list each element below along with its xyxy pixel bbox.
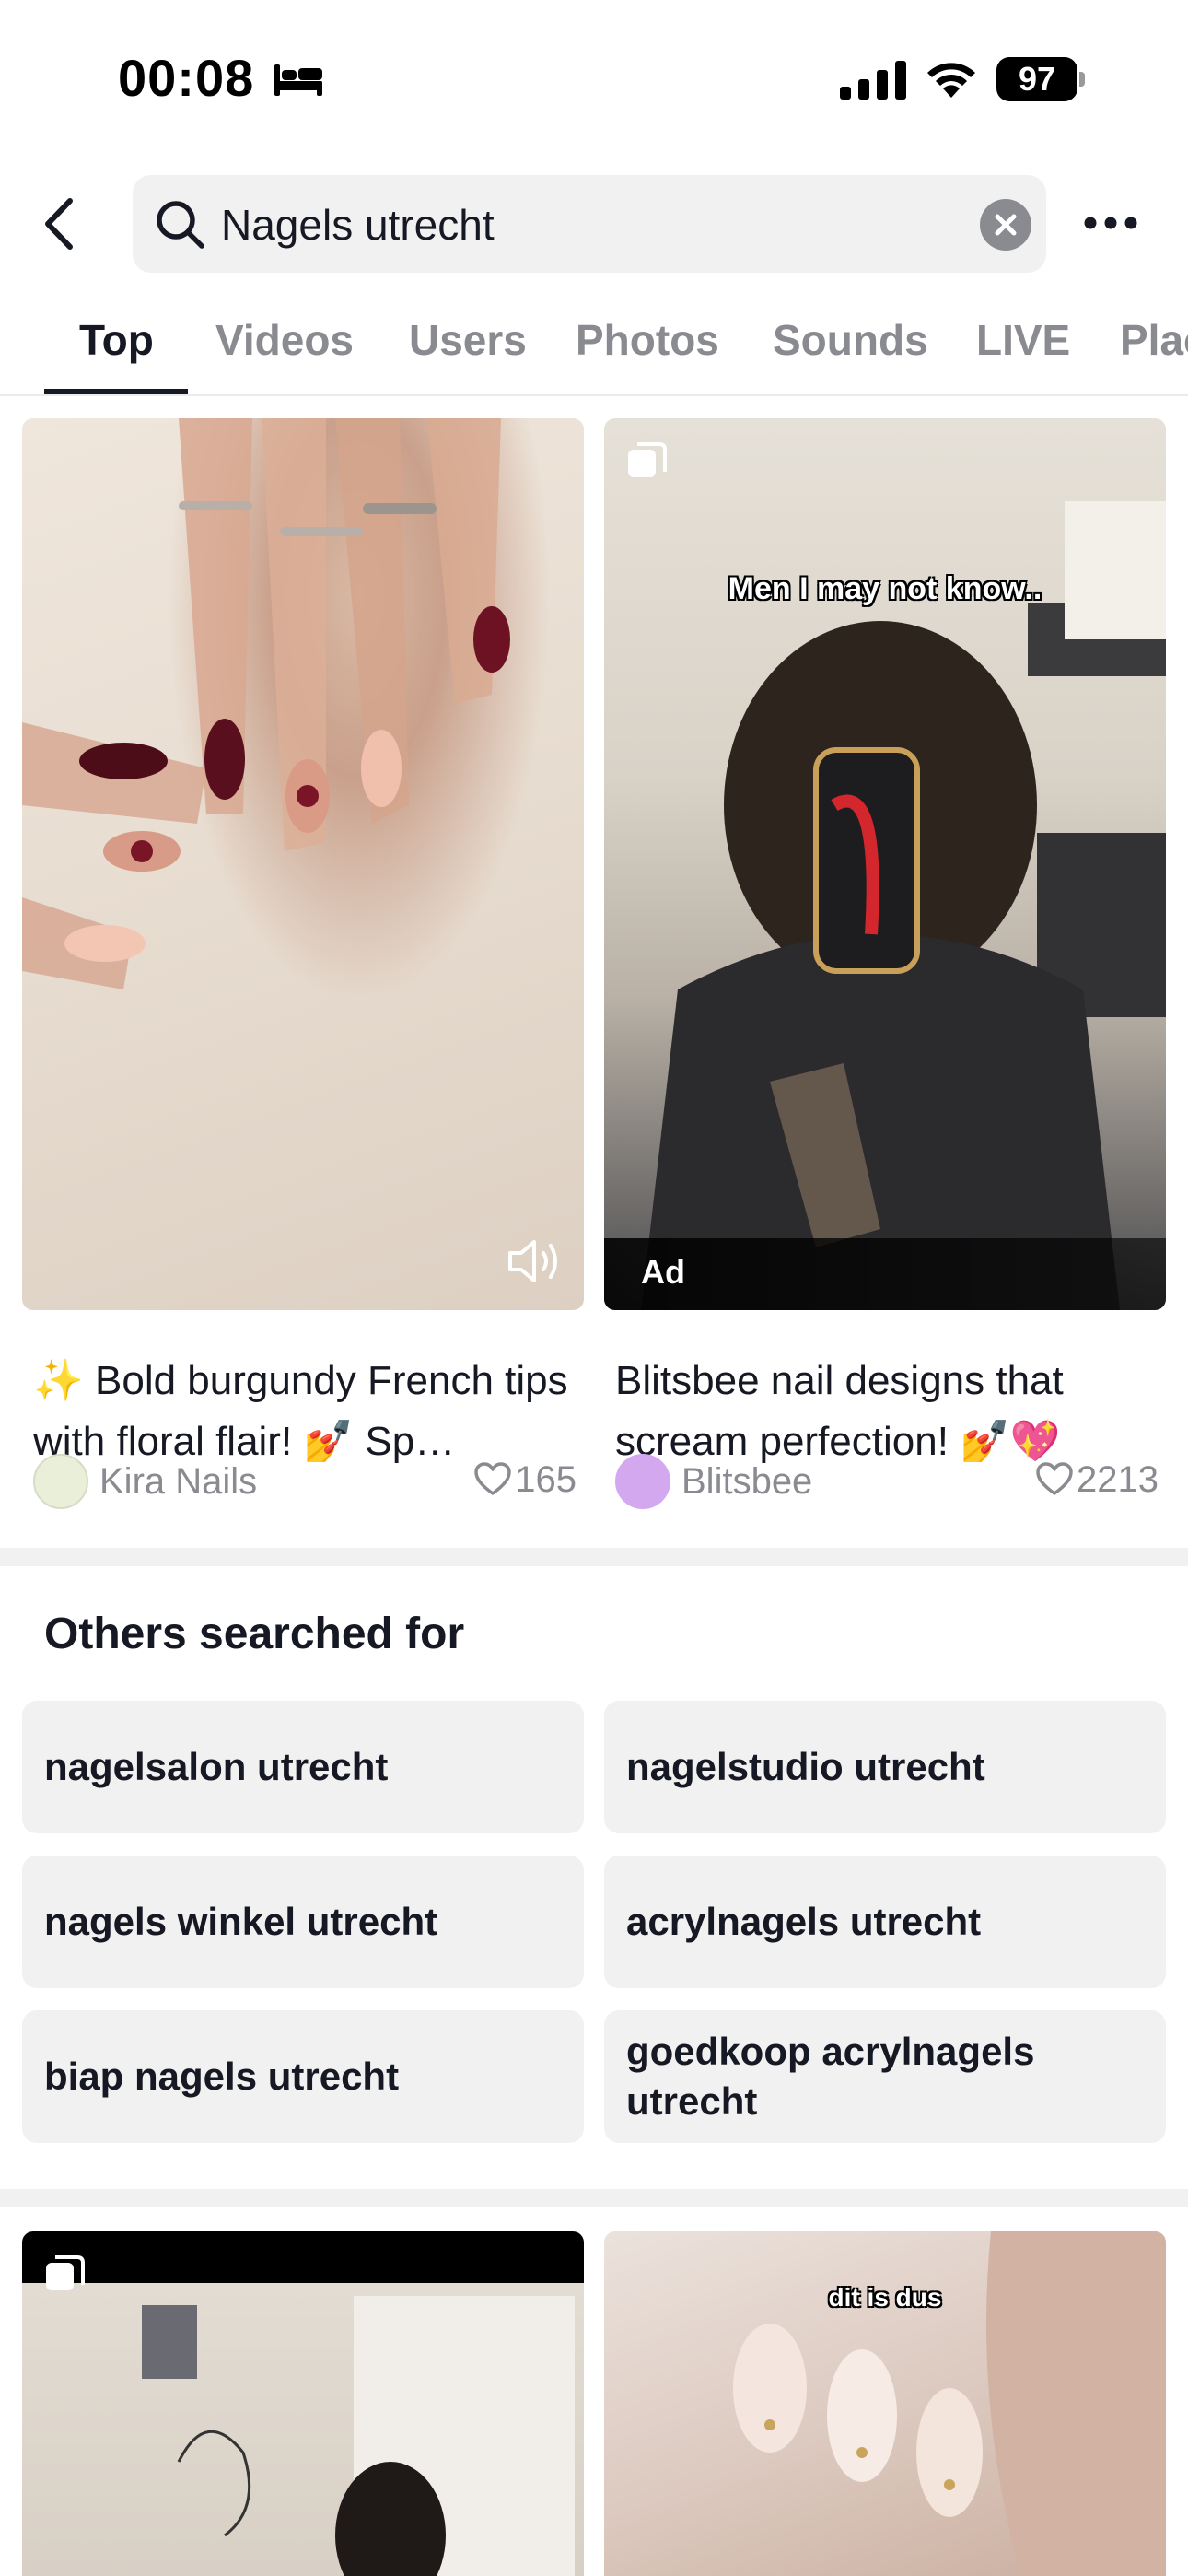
cellular-signal-icon <box>840 61 906 100</box>
wifi-icon <box>927 63 975 98</box>
tab-users[interactable]: Users <box>409 315 527 365</box>
status-time: 00:08 <box>118 49 255 107</box>
section-divider <box>0 1548 1188 1566</box>
suggested-search-chip[interactable]: goedkoop acrylnagels utrecht <box>604 2010 1166 2143</box>
others-searched-title: Others searched for <box>44 1610 465 1658</box>
tab-photos[interactable]: Photos <box>576 315 719 365</box>
suggested-search-chip[interactable]: nagels winkel utrecht <box>22 1856 584 1988</box>
video-overlay-text: dit is dus <box>828 2283 942 2312</box>
author-row[interactable]: Blitsbee 2213 <box>615 1454 1159 1513</box>
clear-search-button[interactable] <box>980 199 1031 251</box>
avatar[interactable] <box>615 1454 670 1509</box>
author-row[interactable]: Kira Nails 165 <box>33 1454 577 1513</box>
search-input[interactable]: Nagels utrecht <box>133 175 1046 273</box>
author-name[interactable]: Blitsbee <box>681 1461 812 1503</box>
volume-icon[interactable] <box>507 1236 564 1286</box>
back-arrow-icon[interactable] <box>39 195 87 252</box>
ad-video-card[interactable]: Men I may not know.. Ad Blitsbee nail de… <box>604 418 1166 1524</box>
photo-carousel-icon <box>46 2255 85 2290</box>
search-icon <box>157 201 204 249</box>
video-thumbnail[interactable] <box>22 2231 584 2576</box>
ad-strip: Ad <box>604 1238 1166 1310</box>
tab-live[interactable]: LIVE <box>976 315 1070 365</box>
heart-icon <box>1036 1462 1073 1495</box>
tab-places[interactable]: Places <box>1120 315 1188 365</box>
battery-cap <box>1079 72 1085 87</box>
video-card[interactable]: dit is dus <box>604 2231 1166 2576</box>
video-thumbnail[interactable] <box>22 418 584 1310</box>
room-photo-illustration <box>142 2296 575 2576</box>
like-count-value: 165 <box>515 1459 577 1500</box>
video-card[interactable] <box>22 2231 584 2576</box>
close-icon <box>995 214 1017 236</box>
suggested-search-chip[interactable]: nagelstudio utrecht <box>604 1701 1166 1833</box>
like-count: 2213 <box>1036 1459 1159 1501</box>
more-options-icon[interactable] <box>1081 205 1140 241</box>
suggested-search-chip[interactable]: acrylnagels utrecht <box>604 1856 1166 1988</box>
suggested-search-chip[interactable]: biap nagels utrecht <box>22 2010 584 2143</box>
sleep-focus-icon <box>274 64 322 96</box>
battery-level: 97 <box>996 57 1077 101</box>
search-tabs: Top Videos Users Photos Sounds LIVE Plac… <box>0 304 1188 396</box>
avatar[interactable] <box>33 1454 88 1509</box>
video-overlay-text: Men I may not know.. <box>728 571 1042 606</box>
like-count-value: 2213 <box>1077 1459 1159 1500</box>
suggested-search-chip[interactable]: nagelsalon utrecht <box>22 1701 584 1833</box>
ad-label: Ad <box>641 1253 685 1291</box>
tab-videos[interactable]: Videos <box>215 315 354 365</box>
active-tab-indicator <box>44 389 188 394</box>
status-bar: 00:08 97 <box>0 0 1188 157</box>
video-thumbnail[interactable]: dit is dus <box>604 2231 1166 2576</box>
author-name[interactable]: Kira Nails <box>99 1461 257 1503</box>
mirror-selfie-illustration <box>641 501 1166 1310</box>
section-divider <box>0 2189 1188 2207</box>
tab-top[interactable]: Top <box>79 315 154 365</box>
video-thumbnail[interactable]: Men I may not know.. Ad <box>604 418 1166 1310</box>
like-count: 165 <box>474 1459 577 1501</box>
nail-photo-illustration <box>22 418 510 989</box>
photo-carousel-icon <box>628 442 667 477</box>
search-query[interactable]: Nagels utrecht <box>221 199 495 251</box>
video-card[interactable]: ✨ Bold burgundy French tips with floral … <box>22 418 584 1524</box>
battery-indicator: 97 <box>996 57 1085 101</box>
heart-icon <box>474 1462 511 1495</box>
tab-sounds[interactable]: Sounds <box>773 315 928 365</box>
